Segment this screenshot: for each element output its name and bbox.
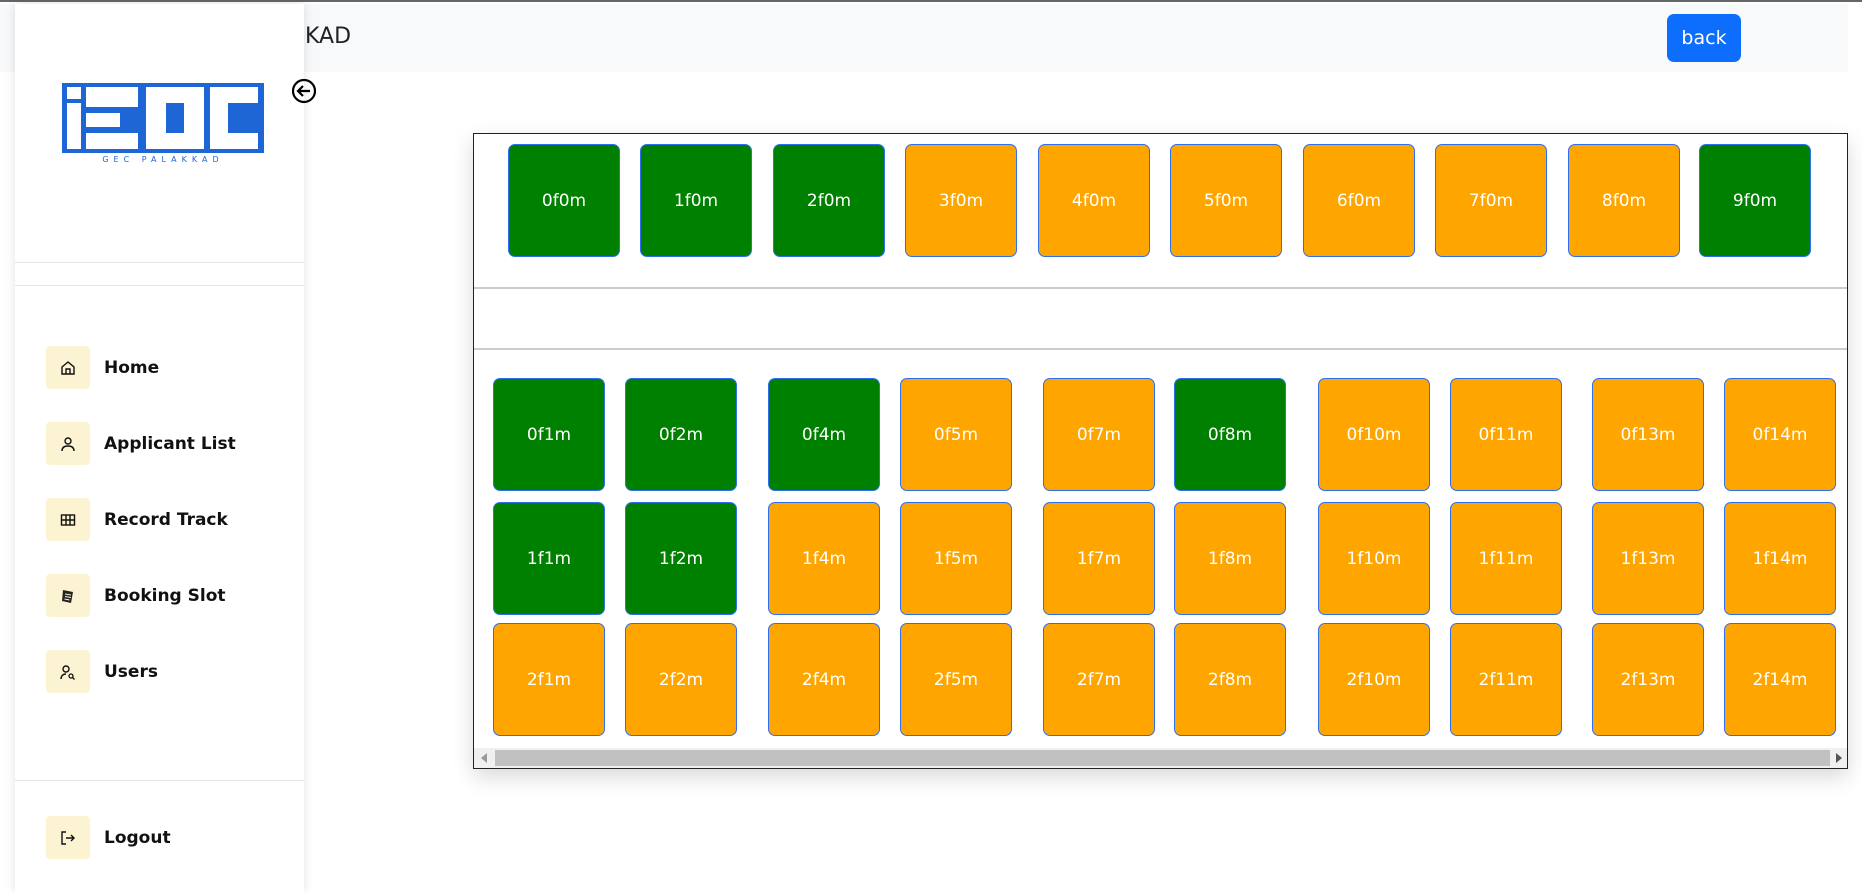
horizontal-scrollbar[interactable] xyxy=(474,748,1847,768)
slot-tile-available[interactable]: 0f10m xyxy=(1318,378,1430,491)
slot-tile-available[interactable]: 2f2m xyxy=(625,623,737,736)
slot-tile-available[interactable]: 2f8m xyxy=(1174,623,1286,736)
slot-panel: 0f0m 1f0m 2f0m 3f0m 4f0m 5f0m 6f0m 7f0m 8f0m 9f0m… xyxy=(473,133,1848,769)
sidebar-item-home[interactable]: Home xyxy=(46,346,159,389)
sidebar: GEC PALAKKAD Home Applicant List Record … xyxy=(15,4,317,892)
slot-tile-booked[interactable]: 1f2m xyxy=(625,502,737,615)
slot-tile-available[interactable]: 0f5m xyxy=(900,378,1012,491)
scroll-left-arrow-icon[interactable] xyxy=(481,753,487,763)
slot-tile-available[interactable]: 8f0m xyxy=(1568,144,1680,257)
slot-tile-available[interactable]: 1f10m xyxy=(1318,502,1430,615)
slot-tile-available[interactable]: 0f14m xyxy=(1724,378,1836,491)
slot-tile-available[interactable]: 2f10m xyxy=(1318,623,1430,736)
home-icon xyxy=(46,346,90,389)
notebook-icon xyxy=(46,574,90,617)
sidebar-item-label: Record Track xyxy=(104,509,228,530)
sidebar-item-applicant-list[interactable]: Applicant List xyxy=(46,422,236,465)
logout-button[interactable]: Logout xyxy=(46,816,171,859)
slot-tile-available[interactable]: 1f14m xyxy=(1724,502,1836,615)
slot-tile-available[interactable]: 4f0m xyxy=(1038,144,1150,257)
grid-icon xyxy=(46,498,90,541)
sidebar-item-label: Users xyxy=(104,661,158,682)
sidebar-item-booking-slot[interactable]: Booking Slot xyxy=(46,574,226,617)
slot-tile-booked[interactable]: 0f0m xyxy=(508,144,620,257)
person-icon xyxy=(46,422,90,465)
slot-tile-available[interactable]: 3f0m xyxy=(905,144,1017,257)
slot-tile-available[interactable]: 1f7m xyxy=(1043,502,1155,615)
slot-tile-booked[interactable]: 1f1m xyxy=(493,502,605,615)
slot-tile-booked[interactable]: 0f2m xyxy=(625,378,737,491)
slot-tile-available[interactable]: 1f5m xyxy=(900,502,1012,615)
divider xyxy=(474,348,1847,350)
arrow-left-circle-icon[interactable] xyxy=(291,78,317,104)
slot-tile-available[interactable]: 1f4m xyxy=(768,502,880,615)
slot-tile-available[interactable]: 0f11m xyxy=(1450,378,1562,491)
scrollbar-thumb[interactable] xyxy=(495,750,1830,766)
header-title: KAD xyxy=(305,24,352,49)
slot-tile-available[interactable]: 7f0m xyxy=(1435,144,1547,257)
slot-tile-available[interactable]: 2f4m xyxy=(768,623,880,736)
sidebar-item-label: Home xyxy=(104,357,160,378)
slot-tile-booked[interactable]: 0f1m xyxy=(493,378,605,491)
slot-tile-booked[interactable]: 2f0m xyxy=(773,144,885,257)
sidebar-item-label: Applicant List xyxy=(104,433,236,454)
slot-tile-available[interactable]: 2f13m xyxy=(1592,623,1704,736)
logout-icon xyxy=(46,816,90,859)
back-button[interactable]: back xyxy=(1667,14,1741,62)
slot-tile-available[interactable]: 6f0m xyxy=(1303,144,1415,257)
iedc-logo: GEC PALAKKAD xyxy=(62,83,264,163)
slot-tile-booked[interactable]: 9f0m xyxy=(1699,144,1811,257)
slot-tile-booked[interactable]: 1f0m xyxy=(640,144,752,257)
sidebar-item-record-track[interactable]: Record Track xyxy=(46,498,228,541)
slot-tile-available[interactable]: 2f5m xyxy=(900,623,1012,736)
slot-tile-available[interactable]: 2f11m xyxy=(1450,623,1562,736)
slot-tile-booked[interactable]: 0f8m xyxy=(1174,378,1286,491)
slot-tile-available[interactable]: 1f13m xyxy=(1592,502,1704,615)
slot-tile-available[interactable]: 1f8m xyxy=(1174,502,1286,615)
slot-tile-available[interactable]: 1f11m xyxy=(1450,502,1562,615)
sidebar-item-label: Booking Slot xyxy=(104,585,226,606)
svg-text:GEC PALAKKAD: GEC PALAKKAD xyxy=(102,155,223,163)
slot-tile-available[interactable]: 0f7m xyxy=(1043,378,1155,491)
logout-label: Logout xyxy=(104,827,171,848)
divider xyxy=(15,780,304,781)
divider xyxy=(15,262,304,263)
slot-tile-booked[interactable]: 0f4m xyxy=(768,378,880,491)
slot-tile-available[interactable]: 5f0m xyxy=(1170,144,1282,257)
divider xyxy=(15,285,304,286)
slot-tile-available[interactable]: 2f1m xyxy=(493,623,605,736)
slot-tile-available[interactable]: 2f14m xyxy=(1724,623,1836,736)
divider xyxy=(474,287,1847,289)
sidebar-item-users[interactable]: Users xyxy=(46,650,158,693)
user-search-icon xyxy=(46,650,90,693)
scroll-right-arrow-icon[interactable] xyxy=(1836,753,1842,763)
slot-tile-available[interactable]: 0f13m xyxy=(1592,378,1704,491)
slot-tile-available[interactable]: 2f7m xyxy=(1043,623,1155,736)
